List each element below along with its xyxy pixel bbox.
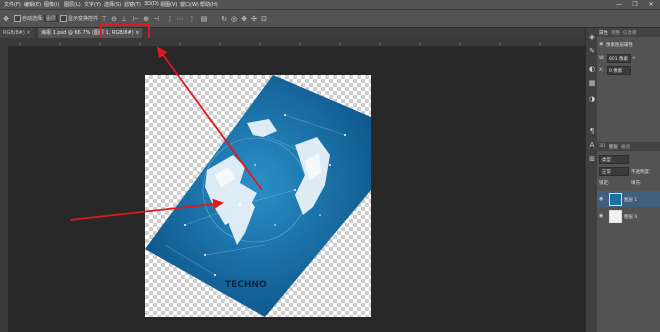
pixel-layer-icon: ▣ (599, 42, 604, 47)
menu-help[interactable]: 帮助(H) (200, 1, 218, 8)
tab-libraries[interactable]: 信息库 (623, 30, 637, 36)
layers-tab-bar: 3D 图层 通道 (597, 142, 660, 151)
layer-thumbnail (609, 193, 622, 206)
layer-kind-filter[interactable]: 类型 (599, 155, 629, 164)
styles-icon[interactable]: ⊞ (587, 154, 597, 164)
distribute-v-icon[interactable]: ⋮ (188, 15, 196, 23)
3d-slide-icon[interactable]: ✣ (250, 15, 258, 23)
auto-select-checkbox[interactable] (14, 15, 21, 22)
distribute-h-icon[interactable]: ⋯ (176, 15, 184, 23)
menu-filter[interactable]: 滤镜(T) (124, 1, 141, 8)
visibility-eye-icon[interactable]: ◉ (599, 213, 603, 219)
character-icon[interactable]: A (587, 140, 597, 150)
3d-drag-icon[interactable]: ✥ (240, 15, 248, 23)
document-tab-bar: RGB/8#) × 海报 1.psd @ 66.7% (图层 1, RGB/8#… (0, 28, 585, 38)
align-center-icon[interactable]: ⊕ (142, 15, 150, 23)
blend-mode-value: 正常 (602, 170, 611, 175)
width-field[interactable]: 801 像素 (607, 54, 631, 63)
x-label: X: (599, 68, 604, 73)
menu-image[interactable]: 图像(I) (44, 1, 59, 8)
layer-kind-value: 类型 (602, 158, 611, 163)
menu-edit[interactable]: 编辑(E) (24, 1, 41, 8)
show-transform-checkbox[interactable] (60, 15, 67, 22)
poster-headline: TECHNO (225, 280, 267, 290)
layer-name: 图层 0 (624, 215, 638, 220)
align-top-icon[interactable]: ⊤ (100, 15, 108, 23)
menu-window[interactable]: 窗口(W) (180, 1, 199, 8)
tab-3d[interactable]: 3D (599, 144, 605, 149)
align-left-icon[interactable]: ⊢ (132, 15, 140, 23)
x-field[interactable]: 0 像素 (607, 66, 631, 75)
poster-artwork: TECHNO (145, 75, 371, 317)
tab-previous-document[interactable]: RGB/8#) × (0, 28, 34, 38)
align-middle-icon[interactable]: ⊖ (110, 15, 118, 23)
swatches-icon[interactable]: ▦ (587, 78, 597, 88)
options-bar: ✥ 自动选择: 图层 显示变换控件 ⊤ ⊖ ⊥ ⊢ ⊕ ⊣ ⋮ ⋯ ⋮ ▤ ↻ … (0, 10, 660, 28)
move-tool-icon[interactable]: ✥ (2, 15, 10, 23)
properties-title: 像素图层属性 (606, 43, 633, 48)
auto-align-icon[interactable]: ▤ (200, 15, 208, 23)
tab-previous-label: RGB/8#) (3, 30, 25, 36)
tab-properties[interactable]: 属性 (599, 30, 608, 36)
menu-select[interactable]: 选择(S) (104, 1, 121, 8)
tab-previous-close-icon[interactable]: × (26, 30, 30, 36)
3d-roll-icon[interactable]: ◎ (230, 15, 238, 23)
link-icon[interactable]: ∞ (632, 56, 636, 61)
maximize-icon[interactable]: ❐ (628, 0, 642, 9)
brush-icon[interactable]: ✎ (587, 46, 597, 56)
close-icon[interactable]: ✕ (644, 0, 658, 9)
menu-layer[interactable]: 图层(L) (64, 1, 81, 8)
menu-3d[interactable]: 3D(D) (144, 1, 159, 7)
color-icon[interactable]: ◐ (587, 64, 597, 74)
adjust-icon[interactable]: ◑ (587, 94, 597, 104)
show-transform-label: 显示变换控件 (68, 16, 99, 22)
width-value: 801 像素 (609, 57, 629, 62)
horizontal-ruler[interactable] (0, 38, 585, 47)
layer-thumbnail (609, 210, 622, 223)
properties-tab-bar: 属性 调整 信息库 (597, 28, 660, 37)
lock-label: 锁定: (599, 181, 610, 186)
align-right-icon[interactable]: ⊣ (152, 15, 160, 23)
layer-row-0[interactable]: ◉ 图层 0 (597, 208, 660, 224)
menu-file[interactable]: 文件(F) (4, 1, 21, 8)
fill-label: 填充: (631, 181, 642, 186)
paragraph-icon[interactable]: ¶ (587, 126, 597, 136)
width-label: W: (599, 56, 605, 61)
tab-channels[interactable]: 通道 (621, 144, 630, 150)
tab-layers[interactable]: 图层 (609, 144, 618, 150)
document-canvas[interactable]: TECHNO (145, 75, 371, 317)
vertical-ruler[interactable] (0, 46, 8, 332)
auto-select-label: 自动选择: (22, 16, 44, 22)
layer-row-1[interactable]: ◉ 图层 1 (597, 191, 660, 207)
menu-bar: 文件(F) 编辑(E) 图像(I) 图层(L) 文字(Y) 选择(S) 滤镜(T… (0, 0, 660, 10)
blend-mode-select[interactable]: 正常 (599, 167, 629, 176)
properties-layers-panel: 属性 调整 信息库 ▣ 像素图层属性 W: 801 像素 ∞ X: 0 像素 3… (597, 28, 660, 332)
3d-rotate-icon[interactable]: ↻ (220, 15, 228, 23)
distribute-icon[interactable]: ⋮ (166, 15, 174, 23)
x-value: 0 像素 (609, 69, 623, 74)
visibility-eye-icon[interactable]: ◉ (599, 196, 603, 202)
menu-view[interactable]: 视图(V) (160, 1, 177, 8)
layer-select-dropdown[interactable]: 图层 (44, 15, 59, 22)
3d-scale-icon[interactable]: ⊡ (260, 15, 268, 23)
tab-adjustments[interactable]: 调整 (611, 30, 620, 36)
align-bottom-icon[interactable]: ⊥ (120, 15, 128, 23)
menu-type[interactable]: 文字(Y) (84, 1, 101, 8)
layer-name: 图层 1 (624, 198, 638, 203)
minimize-icon[interactable]: — (612, 0, 626, 9)
history-icon[interactable]: ◈ (587, 32, 597, 42)
opacity-label: 不透明度: (631, 170, 651, 175)
